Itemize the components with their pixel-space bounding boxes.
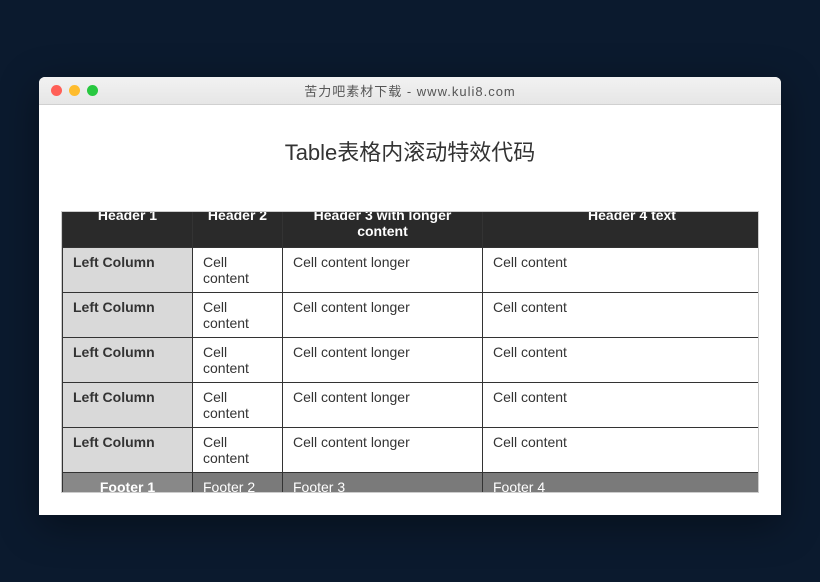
traffic-lights	[39, 85, 98, 96]
table-cell: Cell content longer	[283, 428, 483, 473]
close-icon[interactable]	[51, 85, 62, 96]
table-scroll-container[interactable]: Header 1 Header 2 Header 3 with longer c…	[61, 211, 759, 493]
footer-cell: Footer 3	[283, 473, 483, 494]
table-header-row: Header 1 Header 2 Header 3 with longer c…	[63, 211, 760, 248]
table-cell: Cell content	[483, 338, 760, 383]
data-table: Header 1 Header 2 Header 3 with longer c…	[62, 211, 759, 493]
table-cell: Cell content longer	[283, 383, 483, 428]
table-row: Left Column Cell content Cell content lo…	[63, 383, 760, 428]
table-cell: Cell content	[483, 383, 760, 428]
table-cell: Cell content	[193, 428, 283, 473]
browser-window: 苦力吧素材下载 - www.kuli8.com Table表格内滚动特效代码 H…	[39, 77, 781, 515]
row-header-cell: Left Column	[63, 248, 193, 293]
table-cell: Cell content	[483, 248, 760, 293]
footer-cell: Footer 4	[483, 473, 760, 494]
page-title: Table表格内滚动特效代码	[61, 135, 759, 167]
table-cell: Cell content longer	[283, 248, 483, 293]
table-cell: Cell content	[483, 428, 760, 473]
maximize-icon[interactable]	[87, 85, 98, 96]
row-header-cell: Left Column	[63, 293, 193, 338]
footer-cell: Footer 2	[193, 473, 283, 494]
table-cell: Cell content	[483, 293, 760, 338]
row-header-cell: Left Column	[63, 383, 193, 428]
table-cell: Cell content	[193, 248, 283, 293]
table-cell: Cell content	[193, 338, 283, 383]
window-title: 苦力吧素材下载 - www.kuli8.com	[39, 81, 781, 100]
table-footer-row: Footer 1 Footer 2 Footer 3 Footer 4	[63, 473, 760, 494]
table-row: Left Column Cell content Cell content lo…	[63, 293, 760, 338]
header-cell: Header 4 text	[483, 211, 760, 248]
table-row: Left Column Cell content Cell content lo…	[63, 248, 760, 293]
footer-cell: Footer 1	[63, 473, 193, 494]
header-cell: Header 2	[193, 211, 283, 248]
row-header-cell: Left Column	[63, 428, 193, 473]
minimize-icon[interactable]	[69, 85, 80, 96]
table-row: Left Column Cell content Cell content lo…	[63, 428, 760, 473]
table-cell: Cell content longer	[283, 338, 483, 383]
table-cell: Cell content	[193, 383, 283, 428]
table-cell: Cell content longer	[283, 293, 483, 338]
header-cell: Header 1	[63, 211, 193, 248]
row-header-cell: Left Column	[63, 338, 193, 383]
window-titlebar: 苦力吧素材下载 - www.kuli8.com	[39, 77, 781, 105]
page-content: Table表格内滚动特效代码 Header 1 Header 2 Header …	[39, 105, 781, 515]
header-cell: Header 3 with longer content	[283, 211, 483, 248]
table-cell: Cell content	[193, 293, 283, 338]
table-row: Left Column Cell content Cell content lo…	[63, 338, 760, 383]
